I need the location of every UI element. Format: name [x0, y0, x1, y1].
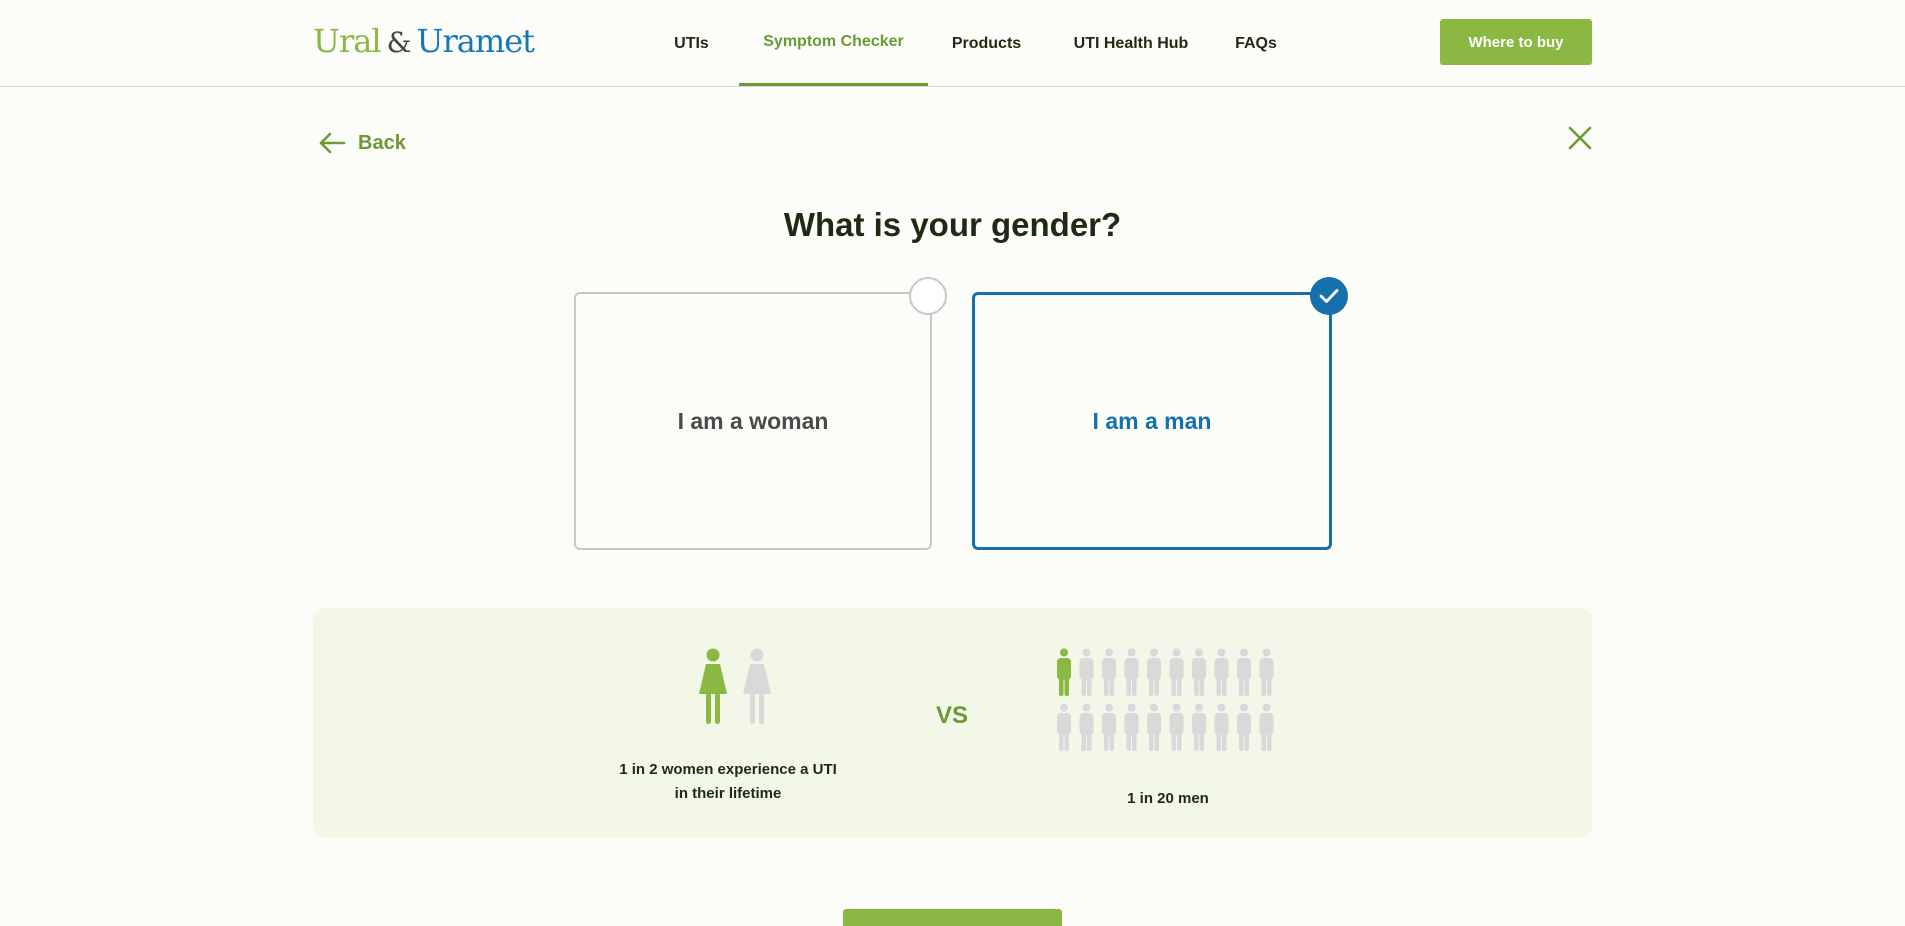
man-figure-icon — [1214, 648, 1229, 696]
women-stat-line1: 1 in 2 women experience a UTI — [619, 761, 837, 778]
logo-ural: Ural — [313, 22, 382, 60]
women-stat-line2: in their lifetime — [674, 785, 782, 802]
man-figure-icon — [1124, 648, 1139, 696]
nav-symptom-checker[interactable]: Symptom Checker — [739, 0, 928, 86]
man-figure-icon — [1102, 703, 1116, 751]
man-figure-icon — [1057, 648, 1071, 696]
man-figure-icon — [1169, 648, 1184, 696]
uti-stats-panel: 1 in 2 women experience a UTI in their l… — [313, 608, 1592, 838]
men-stat-text: 1 in 20 men — [1127, 790, 1209, 807]
man-figure-icon — [1079, 648, 1094, 696]
man-figure-icon — [1259, 648, 1274, 696]
man-figure-icon — [1237, 703, 1251, 751]
man-figure-icon — [1192, 703, 1206, 751]
man-figure-icon — [1169, 703, 1184, 751]
nav-utis[interactable]: UTIs — [668, 0, 715, 87]
option-man-label: I am a man — [1092, 407, 1212, 434]
man-figure-icon — [1259, 703, 1274, 751]
option-man-radio[interactable] — [1310, 277, 1348, 315]
man-figure-icon — [1237, 648, 1251, 696]
woman-figure-icon — [699, 648, 727, 724]
arrow-left-icon — [319, 132, 346, 154]
logo-ampersand: & — [386, 26, 412, 59]
site-header: Ural & Uramet UTIs Symptom Checker Product… — [0, 0, 1905, 87]
nav-products[interactable]: Products — [948, 0, 1025, 87]
close-button[interactable] — [1566, 124, 1594, 157]
women-stat-text: 1 in 2 women experience a UTI in their l… — [613, 758, 843, 806]
option-woman-card[interactable]: I am a woman — [574, 292, 932, 550]
man-figure-icon — [1192, 648, 1206, 696]
continue-button[interactable] — [843, 909, 1062, 926]
option-woman-label: I am a woman — [677, 407, 829, 434]
option-woman-radio[interactable] — [909, 277, 947, 315]
where-to-buy-button[interactable]: Where to buy — [1440, 19, 1592, 65]
man-figure-icon — [1214, 703, 1229, 751]
man-figure-icon — [1057, 703, 1071, 751]
woman-figure-icon — [743, 648, 771, 724]
option-man-card[interactable]: I am a man — [972, 292, 1332, 550]
women-figures — [699, 648, 771, 724]
man-figure-icon — [1079, 703, 1094, 751]
men-figures — [1057, 648, 1274, 751]
nav-uti-health-hub[interactable]: UTI Health Hub — [1072, 0, 1190, 87]
man-figure-icon — [1124, 703, 1139, 751]
man-figure-icon — [1102, 648, 1116, 696]
vs-label: VS — [936, 702, 969, 729]
back-button[interactable]: Back — [318, 131, 406, 155]
back-label: Back — [358, 131, 406, 154]
question-heading: What is your gender? — [783, 206, 1122, 243]
nav-faqs[interactable]: FAQs — [1232, 0, 1280, 87]
man-figure-icon — [1147, 703, 1161, 751]
logo-uramet: Uramet — [416, 22, 535, 60]
check-icon — [1319, 289, 1339, 303]
brand-logo[interactable]: Ural & Uramet — [313, 22, 535, 60]
close-icon — [1568, 126, 1592, 150]
man-figure-icon — [1147, 648, 1161, 696]
